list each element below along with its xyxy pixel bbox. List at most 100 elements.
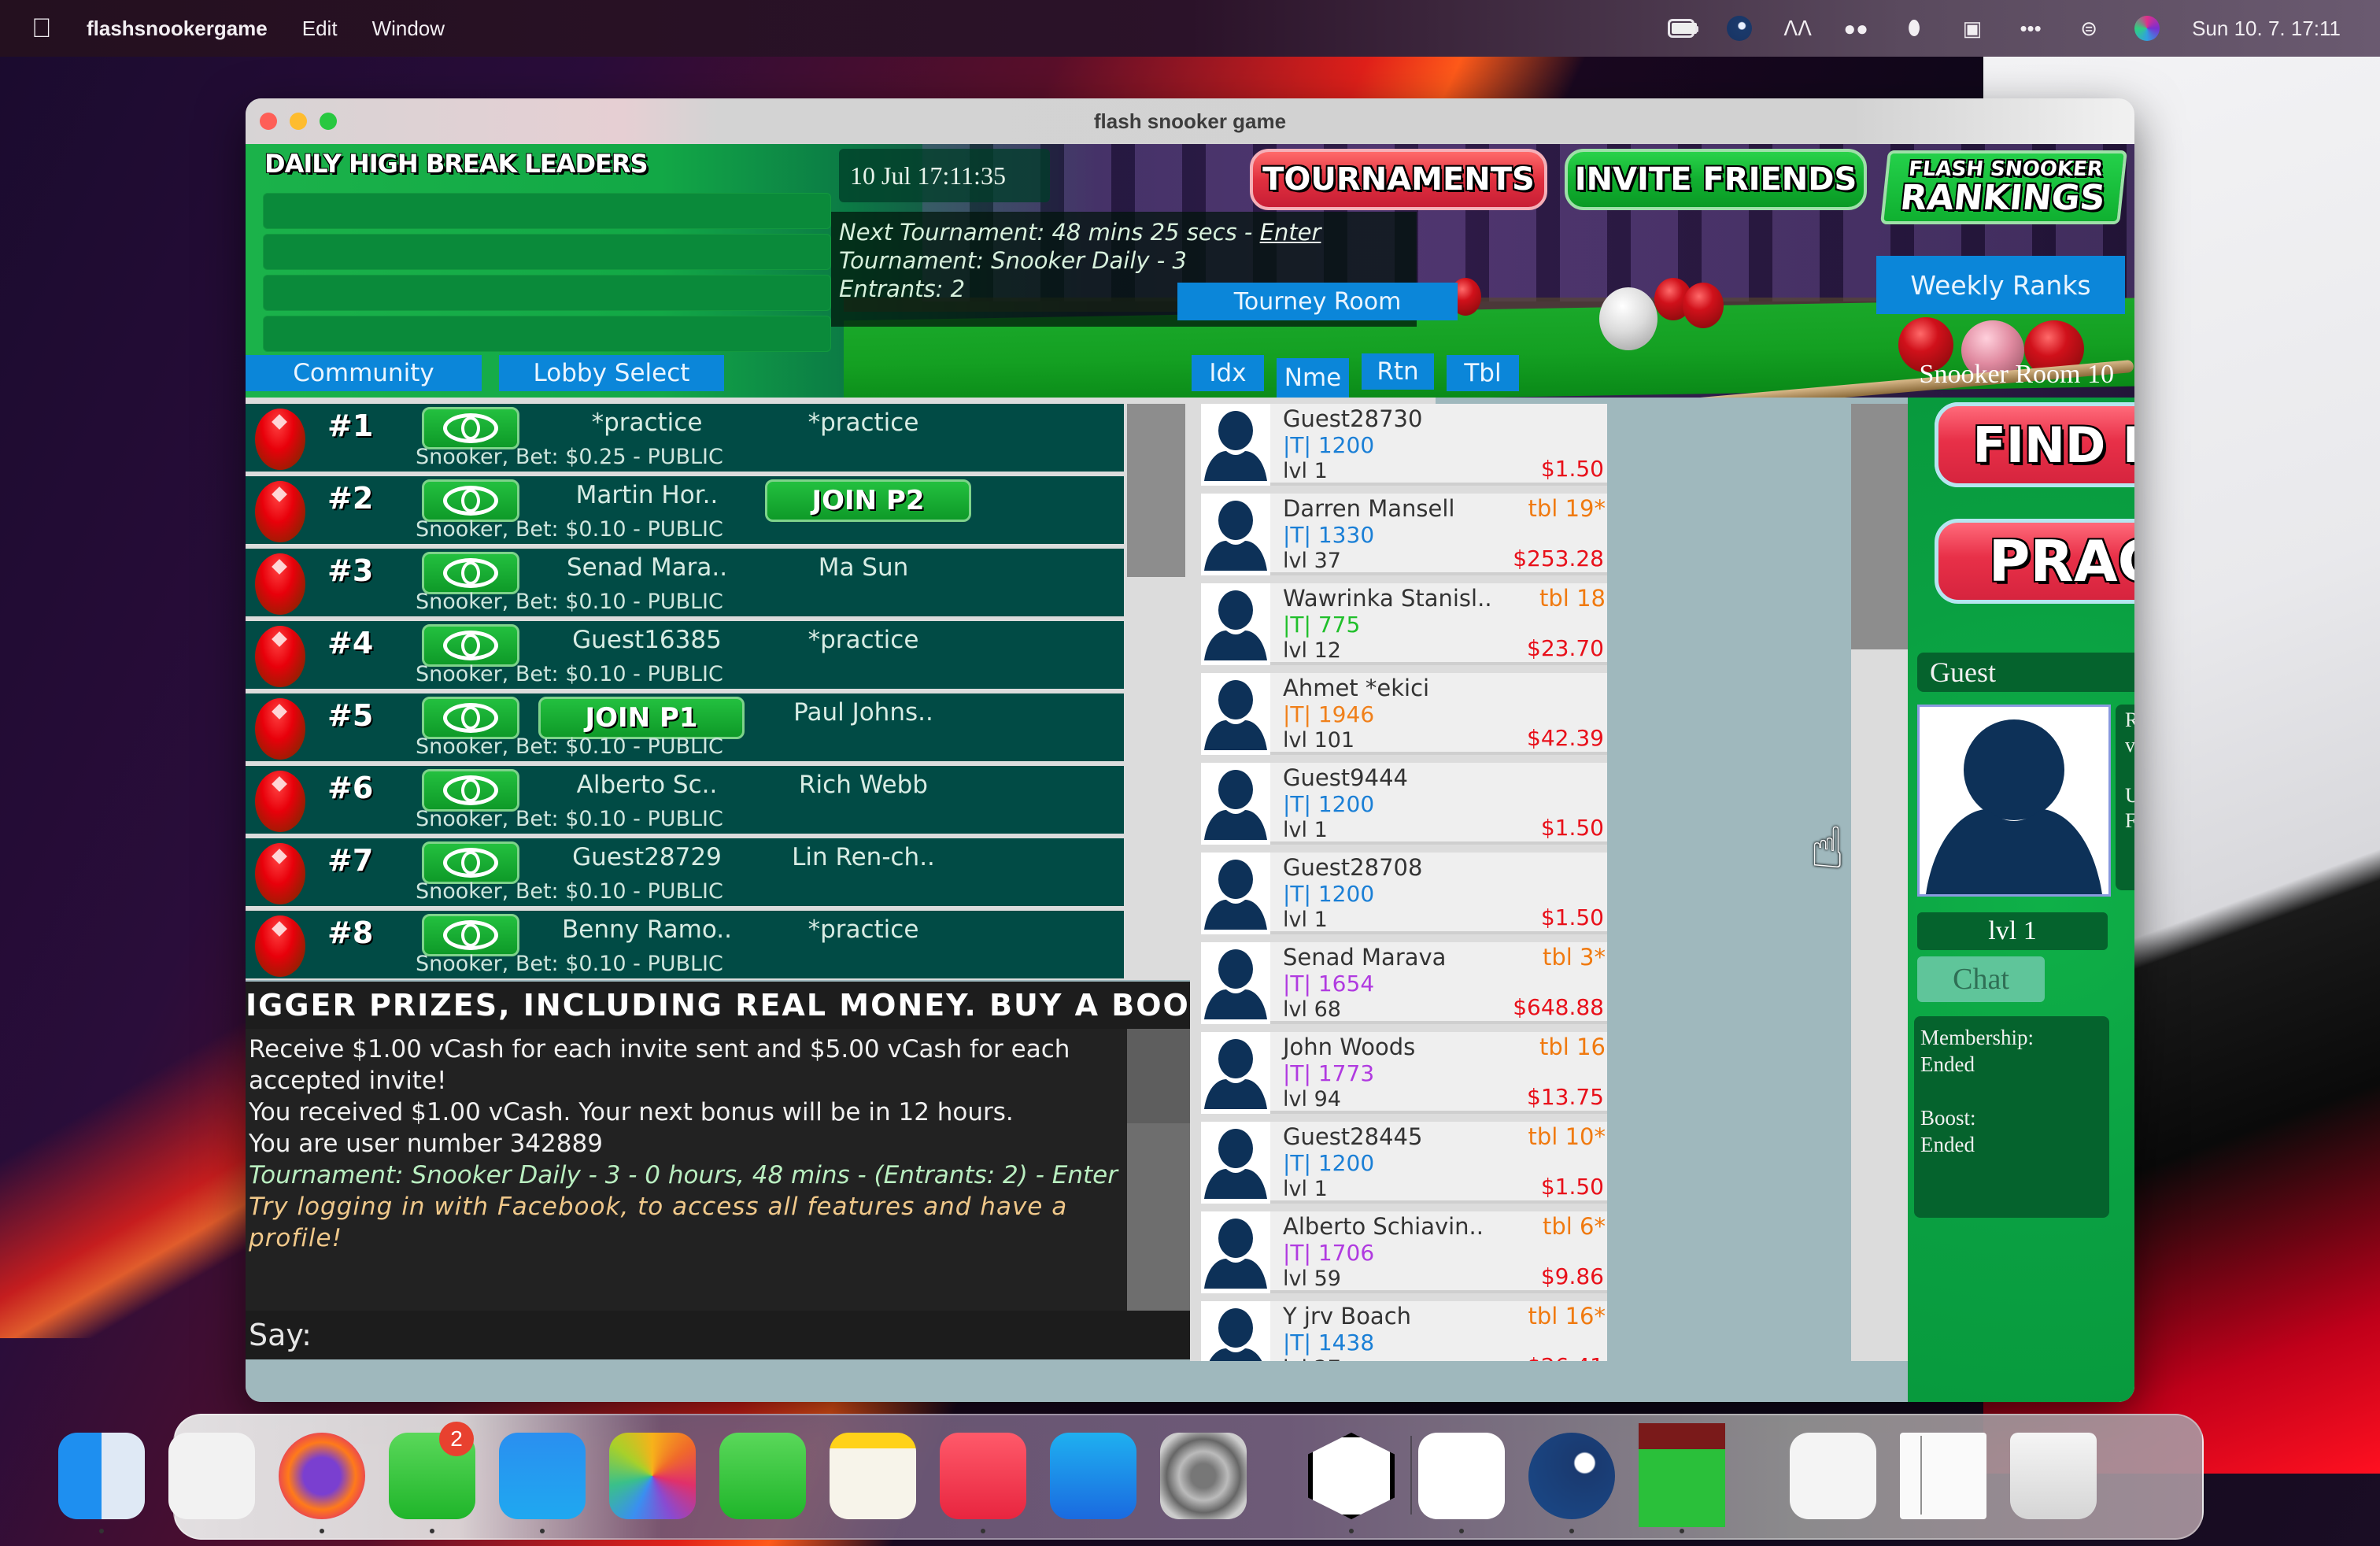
display-icon[interactable]: ▣ bbox=[1959, 17, 1986, 40]
player-table[interactable]: tbl 16* bbox=[1528, 1303, 1606, 1330]
watch-table-button[interactable] bbox=[422, 624, 519, 667]
dock-photos-icon[interactable] bbox=[609, 1433, 696, 1519]
menu-edit[interactable]: Edit bbox=[302, 17, 338, 41]
join-p2-button[interactable]: JOIN P2 bbox=[765, 479, 971, 522]
lobby-table-row[interactable]: #8 Benny Ramo.. *practice Snooker, Bet: $0.… bbox=[246, 911, 1124, 978]
watch-table-button[interactable] bbox=[422, 914, 519, 956]
user-silhouette-icon bbox=[1209, 1308, 1262, 1361]
player-list-item[interactable]: Guest28708 |T| 1200 lvl 1 $1.50 bbox=[1201, 853, 1607, 934]
dock-steam-icon[interactable] bbox=[1528, 1433, 1615, 1519]
menu-window[interactable]: Window bbox=[372, 17, 445, 41]
dock-trash-icon[interactable] bbox=[2010, 1433, 2097, 1519]
watch-table-button[interactable] bbox=[422, 407, 519, 449]
dock-document-folder-icon[interactable] bbox=[1790, 1433, 1876, 1519]
dock-app-store-icon[interactable] bbox=[1050, 1433, 1136, 1519]
tournaments-button[interactable]: TOURNAMENTS bbox=[1250, 149, 1547, 210]
weekly-ranks-button[interactable]: Weekly Ranks bbox=[1876, 256, 2125, 314]
chat-message[interactable]: Tournament: Snooker Daily - 3 - 0 hours,… bbox=[249, 1160, 1124, 1191]
lobby-table-row[interactable]: #1 *practice *practice Snooker, Bet: $0.25 … bbox=[246, 404, 1124, 472]
battery-icon[interactable] bbox=[1668, 17, 1699, 40]
lobby-table-row[interactable]: #3 Senad Mara.. Ma Sun Snooker, Bet: $0.10 … bbox=[246, 549, 1124, 616]
dock-vscode-icon[interactable] bbox=[1418, 1433, 1505, 1519]
player-list-item[interactable]: Alberto Schiavin.. |T| 1706 lvl 59 tbl 6* $9… bbox=[1201, 1211, 1607, 1293]
close-window-button[interactable] bbox=[260, 113, 277, 130]
players-scrollbar-thumb[interactable] bbox=[1851, 404, 1908, 649]
dock-mail-icon[interactable] bbox=[499, 1433, 586, 1519]
airpods-icon[interactable]: ᐱᐱ bbox=[1783, 17, 1812, 40]
practice-button[interactable]: PRACTICE bbox=[1935, 519, 2134, 604]
lobby-table-row[interactable]: #2 Martin Hor.. JOIN P2 Snooker, Bet: $0.10… bbox=[246, 476, 1124, 544]
dock-music-window-icon[interactable] bbox=[1900, 1433, 1986, 1519]
flickr-icon[interactable]: ●● bbox=[1842, 17, 1869, 40]
apple-menu-icon[interactable]:  bbox=[31, 14, 55, 43]
chat-input[interactable] bbox=[311, 1311, 1190, 1359]
lobby-table-row[interactable]: #5 JOIN P1 Paul Johns.. Snooker, Bet: $0.10… bbox=[246, 693, 1124, 761]
dock-notes-icon[interactable] bbox=[830, 1433, 916, 1519]
dock-flash-snooker-game-icon[interactable] bbox=[1639, 1423, 1725, 1527]
sort-by-table-button[interactable]: Tbl bbox=[1447, 355, 1519, 391]
player-list-item[interactable]: Darren Mansell |T| 1330 lvl 37 tbl 19* $253.… bbox=[1201, 494, 1607, 575]
player-list-item[interactable]: Wawrinka Stanisl.. |T| 775 lvl 12 tbl 18 $23… bbox=[1201, 583, 1607, 665]
player-table[interactable]: tbl 16 bbox=[1539, 1034, 1606, 1060]
player-table[interactable]: tbl 6* bbox=[1543, 1213, 1606, 1240]
sort-by-name-button[interactable]: Nme bbox=[1277, 358, 1349, 398]
lobby-table-row[interactable]: #7 Guest28729 Lin Ren-ch.. Snooker, Bet: $0… bbox=[246, 838, 1124, 906]
window-titlebar[interactable]: flash snooker game bbox=[246, 98, 2134, 144]
profile-avatar[interactable] bbox=[1917, 705, 2111, 897]
player-list-item[interactable]: Y jrv Boach|T| 1438lvl 27 tbl 16* $26.41 bbox=[1201, 1301, 1607, 1361]
watch-table-button[interactable] bbox=[422, 769, 519, 812]
maximize-window-button[interactable] bbox=[320, 113, 337, 130]
lobby-scrollbar-thumb[interactable] bbox=[1127, 404, 1185, 577]
tab-community[interactable]: Community bbox=[246, 355, 482, 391]
watch-table-button[interactable] bbox=[422, 841, 519, 884]
tourney-room-button[interactable]: Tourney Room bbox=[1177, 283, 1458, 320]
invite-friends-button[interactable]: INVITE FRIENDS bbox=[1565, 149, 1867, 210]
dock-facetime-icon[interactable] bbox=[719, 1433, 806, 1519]
dock-finder-icon[interactable] bbox=[58, 1433, 145, 1519]
player-table[interactable]: tbl 18 bbox=[1539, 585, 1606, 612]
more-icon[interactable]: ••• bbox=[2017, 17, 2044, 40]
lobby-table-row[interactable]: #4 Guest16385 *practice Snooker, Bet: $0.10… bbox=[246, 621, 1124, 689]
lobby-table-row[interactable]: #6 Alberto Sc.. Rich Webb Snooker, Bet: $0.… bbox=[246, 766, 1124, 834]
dock-messages-icon[interactable]: 2 bbox=[389, 1422, 475, 1519]
chat-scrollbar-thumb[interactable] bbox=[1127, 1029, 1190, 1123]
player-table[interactable]: tbl 19* bbox=[1528, 495, 1606, 522]
chat-button[interactable]: Chat bbox=[1917, 956, 2045, 1002]
player-list-item[interactable]: Guest28445 |T| 1200 lvl 1 tbl 10* $1.50 bbox=[1201, 1122, 1607, 1204]
dock-firefox-icon[interactable] bbox=[279, 1433, 365, 1519]
flash-snooker-rankings-button[interactable]: FLASH SNOOKER RANKINGS bbox=[1880, 150, 2127, 224]
watch-table-button[interactable] bbox=[422, 552, 519, 594]
find-match-button[interactable]: FIND MATCH bbox=[1935, 402, 2134, 487]
dock-system-preferences-icon[interactable] bbox=[1160, 1433, 1247, 1519]
sort-by-index-button[interactable]: Idx bbox=[1192, 355, 1264, 391]
dock-music-icon[interactable] bbox=[940, 1433, 1026, 1519]
watch-table-button[interactable] bbox=[422, 479, 519, 522]
join-p1-button[interactable]: JOIN P1 bbox=[538, 697, 745, 739]
minimize-window-button[interactable] bbox=[290, 113, 307, 130]
player-list-item[interactable]: Guest28730 |T| 1200 lvl 1 $1.50 bbox=[1201, 404, 1607, 486]
table-details: Snooker, Bet: $0.10 - PUBLIC bbox=[416, 807, 723, 831]
promo-ticker-text: IGGER PRIZES, INCLUDING REAL MONEY. BUY … bbox=[246, 988, 1190, 1023]
menu-clock[interactable]: Sun 10. 7. 17:11 bbox=[2192, 17, 2341, 41]
menu-app-name[interactable]: flashsnookergame bbox=[87, 17, 268, 41]
tab-lobby-select[interactable]: Lobby Select bbox=[499, 355, 724, 391]
player-table[interactable]: tbl 3* bbox=[1543, 944, 1606, 971]
password-manager-icon[interactable]: ⬮ bbox=[1901, 16, 1927, 40]
siri-icon[interactable] bbox=[2134, 16, 2160, 41]
player-list-item[interactable]: Guest9444 |T| 1200 lvl 1 $1.50 bbox=[1201, 763, 1607, 845]
dock-unknown-hex-app-icon[interactable] bbox=[1308, 1433, 1395, 1519]
sort-by-rating-button[interactable]: Rtn bbox=[1362, 353, 1434, 390]
dock-launchpad-icon[interactable] bbox=[168, 1433, 255, 1519]
running-indicator bbox=[99, 1529, 104, 1533]
player-list: Guest28730 |T| 1200 lvl 1 $1.50 Darren Manse… bbox=[1190, 404, 1607, 1361]
player-list-item[interactable]: Senad Marava |T| 1654 lvl 68 tbl 3* $648.88 bbox=[1201, 942, 1607, 1024]
player-table[interactable]: tbl 10* bbox=[1528, 1123, 1606, 1150]
steam-icon[interactable] bbox=[1726, 16, 1753, 41]
player-list-item[interactable]: Ahmet *ekici |T| 1946 lvl 101 $42.39 bbox=[1201, 673, 1607, 755]
player-two-name: Lin Ren-ch.. bbox=[792, 843, 935, 871]
player-list-item[interactable]: John Woods |T| 1773 lvl 94 tbl 16 $13.75 bbox=[1201, 1032, 1607, 1114]
watch-table-button[interactable] bbox=[422, 697, 519, 739]
player-avatar bbox=[1201, 1301, 1270, 1361]
control-center-icon[interactable]: ⊜ bbox=[2075, 17, 2102, 40]
enter-tournament-link[interactable]: Enter bbox=[1260, 219, 1321, 246]
